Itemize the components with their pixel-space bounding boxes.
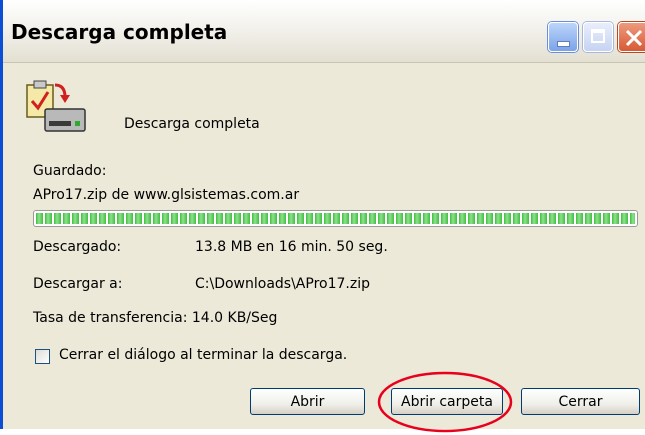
status-message: Descarga completa — [124, 116, 260, 132]
downloaded-label: Descargado: — [33, 239, 122, 255]
dialog-body: Descarga completa Guardado: APro17.zip d… — [3, 62, 645, 433]
close-window-button[interactable] — [618, 22, 645, 52]
saved-file-text: APro17.zip de www.glsistemas.com.ar — [33, 187, 300, 203]
transfer-rate-text: Tasa de transferencia: 14.0 KB/Seg — [33, 310, 278, 326]
title-bar[interactable]: Descarga completa — [3, 0, 645, 63]
saved-label: Guardado: — [33, 163, 107, 179]
download-complete-dialog: Descarga completa Descarga completa Guar… — [0, 0, 645, 433]
download-complete-icon — [26, 80, 86, 132]
close-on-finish-checkbox[interactable] — [35, 349, 50, 364]
open-folder-button[interactable]: Abrir carpeta — [391, 388, 503, 415]
minimize-icon — [557, 41, 570, 47]
maximize-button[interactable] — [583, 22, 613, 52]
download-to-label: Descargar a: — [33, 276, 123, 292]
minimize-button[interactable] — [548, 22, 578, 52]
window-title: Descarga completa — [11, 20, 228, 44]
close-icon — [625, 29, 643, 47]
close-on-finish-label[interactable]: Cerrar el diálogo al terminar la descarg… — [59, 347, 347, 363]
download-to-value: C:\Downloads\APro17.zip — [195, 276, 370, 292]
close-button[interactable]: Cerrar — [521, 388, 640, 415]
progress-fill — [36, 213, 635, 224]
downloaded-value: 13.8 MB en 16 min. 50 seg. — [195, 239, 388, 255]
open-button[interactable]: Abrir — [250, 388, 365, 415]
download-progress-bar — [33, 210, 638, 227]
maximize-icon — [591, 29, 605, 43]
